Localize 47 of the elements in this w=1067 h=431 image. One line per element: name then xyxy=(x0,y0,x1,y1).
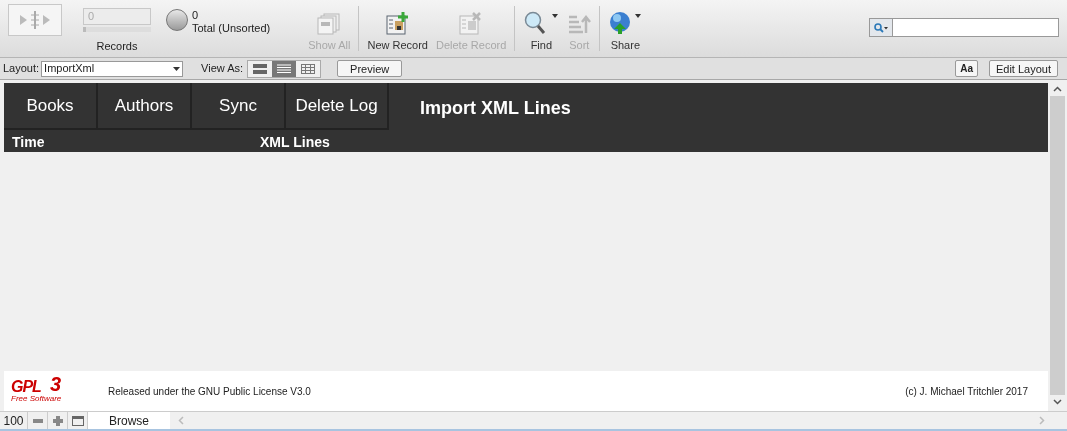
nav-tab[interactable]: Delete Log xyxy=(286,83,389,130)
mode-label: Browse xyxy=(87,412,170,429)
scroll-thumb[interactable] xyxy=(1050,96,1065,395)
zoom-level: 100 xyxy=(2,412,25,430)
scroll-up-icon xyxy=(1053,86,1062,92)
sort-status: Total (Unsorted) xyxy=(192,22,271,35)
column-header: Time xyxy=(12,133,46,152)
column-header: XML Lines xyxy=(260,133,330,152)
slider-thumb[interactable] xyxy=(83,27,86,32)
minus-icon xyxy=(32,418,43,423)
find-button[interactable]: Find xyxy=(519,0,564,57)
caret-icon xyxy=(173,66,181,71)
list-view-icon xyxy=(277,63,292,74)
search-field[interactable] xyxy=(869,18,1059,37)
scroll-down-icon xyxy=(1053,399,1062,405)
layout-label: Layout: xyxy=(3,61,40,77)
font-size-button[interactable]: Aa xyxy=(955,60,978,77)
layout-dropdown[interactable]: ImportXml xyxy=(41,60,184,77)
view-mode-button[interactable] xyxy=(296,60,321,77)
found-count: 0 xyxy=(192,9,200,22)
record-navigator[interactable] xyxy=(8,4,62,36)
records-label: Records xyxy=(96,39,138,54)
new-record-button[interactable]: New Record xyxy=(363,0,432,57)
nav-tab[interactable]: Sync xyxy=(192,83,286,130)
search-menu-icon xyxy=(870,19,893,36)
nav-tab[interactable]: Authors xyxy=(98,83,192,130)
form-view-icon xyxy=(253,63,268,74)
window-icon xyxy=(71,415,84,426)
pie-chart-icon xyxy=(166,9,188,31)
globe-icon xyxy=(608,10,633,35)
license-text: Released under the GNU Public License V3.0 xyxy=(108,384,311,399)
view-as-label: View As: xyxy=(201,61,244,77)
table-view-icon xyxy=(301,63,316,74)
copyright-text: (c) J. Michael Tritchler 2017 xyxy=(905,384,1028,399)
view-mode-button[interactable] xyxy=(248,60,273,77)
plus-icon xyxy=(52,415,63,426)
stacked-pages-icon xyxy=(317,12,342,35)
page-title: Import XML Lines xyxy=(420,97,571,120)
gpl-logo: GPL 3 Free Software xyxy=(10,376,63,405)
scroll-left-icon xyxy=(178,416,184,425)
view-mode-button[interactable] xyxy=(272,60,297,77)
edit-layout-button[interactable]: Edit Layout xyxy=(988,60,1058,77)
share-button[interactable]: Share xyxy=(604,0,647,57)
preview-button[interactable]: Preview xyxy=(337,60,403,77)
new-record-icon xyxy=(384,10,411,35)
nav-tab[interactable]: Books xyxy=(4,83,98,130)
scroll-right-icon xyxy=(1039,416,1045,425)
